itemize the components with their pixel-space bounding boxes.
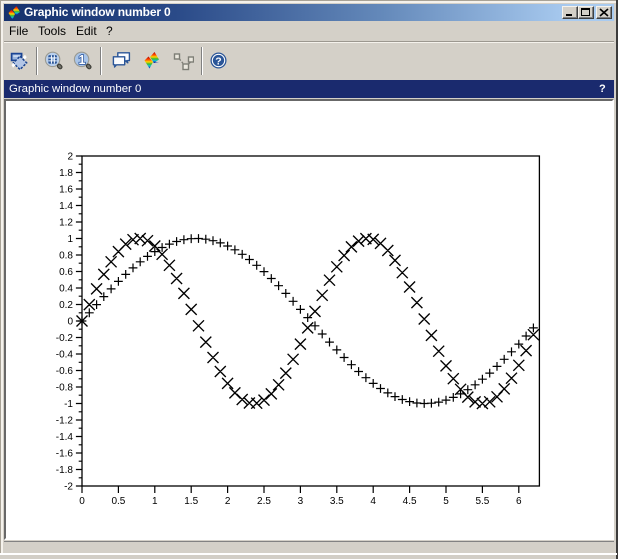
svg-text:-2: -2: [64, 482, 73, 493]
svg-text:1.2: 1.2: [59, 218, 73, 229]
svg-text:1.5: 1.5: [184, 496, 198, 507]
svg-text:-1.2: -1.2: [56, 416, 74, 427]
svg-text:5: 5: [443, 496, 449, 507]
svg-text:3.5: 3.5: [330, 496, 344, 507]
svg-text:0.6: 0.6: [59, 267, 73, 278]
svg-text:0.5: 0.5: [111, 496, 125, 507]
svg-text:2: 2: [225, 496, 231, 507]
svg-text:-0.4: -0.4: [56, 350, 74, 361]
svg-text:4.5: 4.5: [403, 496, 417, 507]
svg-text:1: 1: [152, 496, 158, 507]
svg-text:1: 1: [67, 234, 73, 245]
svg-text:2.5: 2.5: [257, 496, 271, 507]
svg-text:0: 0: [67, 317, 73, 328]
svg-text:4: 4: [370, 496, 376, 507]
svg-text:0: 0: [79, 496, 85, 507]
svg-text:5.5: 5.5: [475, 496, 489, 507]
svg-text:-1.8: -1.8: [56, 465, 74, 476]
svg-text:1.6: 1.6: [59, 185, 73, 196]
svg-text:-1.4: -1.4: [56, 432, 74, 443]
svg-text:1.8: 1.8: [59, 168, 73, 179]
svg-text:0.2: 0.2: [59, 300, 73, 311]
svg-text:1.4: 1.4: [59, 201, 73, 212]
svg-text:-0.6: -0.6: [56, 366, 74, 377]
svg-text:6: 6: [516, 496, 522, 507]
svg-text:-0.2: -0.2: [56, 333, 74, 344]
svg-text:0.8: 0.8: [59, 251, 73, 262]
svg-text:3: 3: [298, 496, 304, 507]
svg-text:0.4: 0.4: [59, 284, 73, 295]
svg-text:-0.8: -0.8: [56, 383, 74, 394]
svg-text:-1: -1: [64, 399, 73, 410]
svg-text:2: 2: [67, 152, 73, 163]
svg-text:-1.6: -1.6: [56, 449, 74, 460]
